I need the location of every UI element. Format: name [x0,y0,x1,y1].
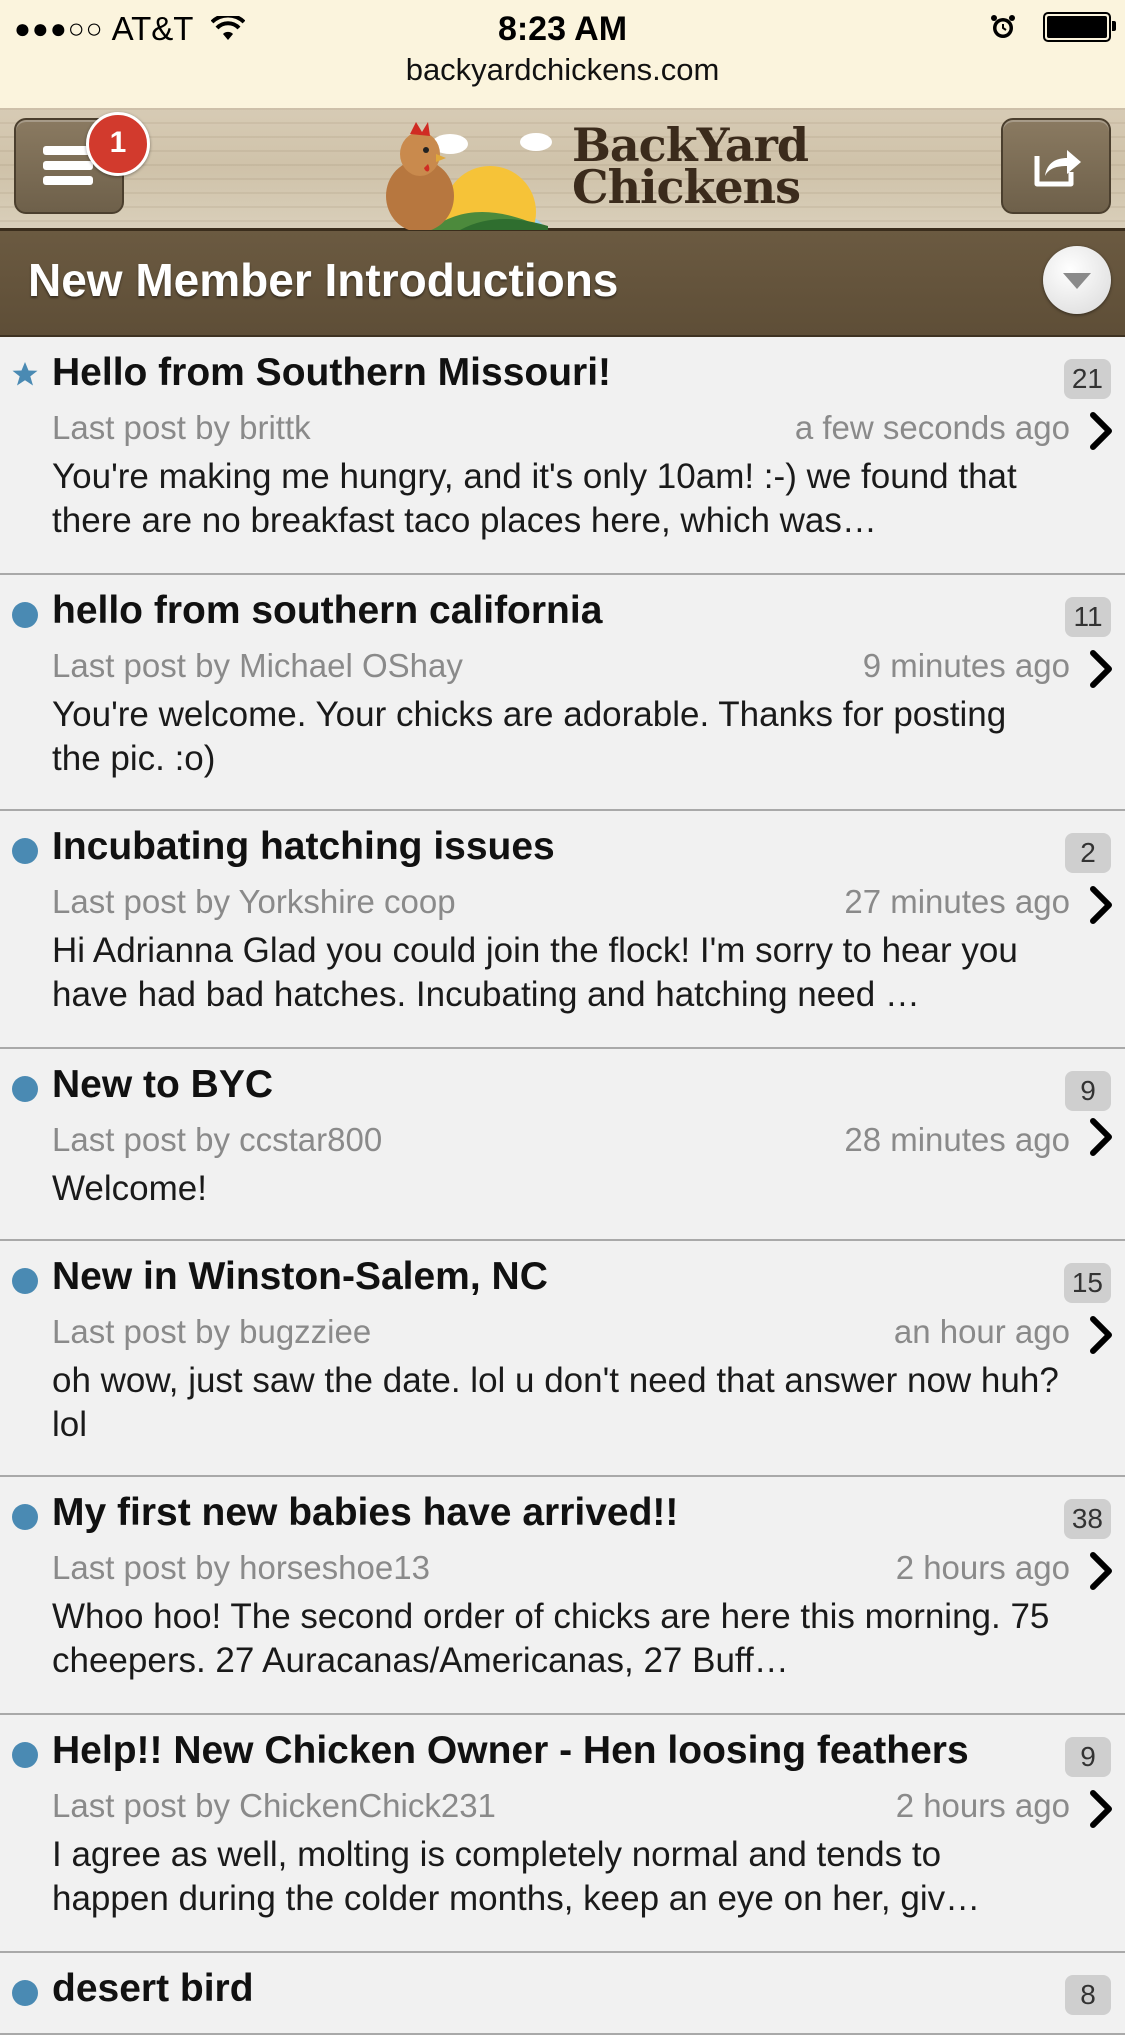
post-preview: You're making me hungry, and it's only 1… [52,457,1017,540]
unread-dot-icon [12,602,38,628]
post-preview: You're welcome. Your chicks are adorable… [52,695,1007,778]
last-post-by: Last post by ChickenChick231 [52,1787,496,1824]
last-post-time: a few seconds ago [794,409,1070,446]
last-post-by: Last post by Michael OShay [52,647,463,684]
chevron-right-icon[interactable] [1087,883,1115,927]
reply-count-badge: 2 [1065,833,1111,873]
thread-title: My first new babies have arrived!! [52,1491,679,1534]
chevron-right-icon[interactable] [1087,647,1115,691]
share-button[interactable] [1001,118,1111,214]
battery-icon [1043,12,1116,42]
post-preview: Welcome! [52,1169,207,1208]
alarm-icon [991,15,1015,38]
forum-dropdown-button[interactable] [1043,246,1111,314]
thread-row[interactable]: desert bird 8 [0,1953,1125,2035]
favorite-star-icon [12,362,38,386]
reply-count-badge: 9 [1065,1737,1111,1777]
thread-row[interactable]: New in Winston-Salem, NC 15 Last post by b… [0,1241,1125,1477]
thread-row[interactable]: Help!! New Chicken Owner - Hen loosing f… [0,1715,1125,1953]
chevron-right-icon[interactable] [1087,1549,1115,1593]
forum-section-bar: New Member Introductions [0,231,1125,337]
forum-title: New Member Introductions [28,254,619,306]
last-post-time: 27 minutes ago [844,883,1070,920]
thread-row[interactable]: Hello from Southern Missouri! 21 Last post… [0,337,1125,575]
last-post-by: Last post by brittk [52,409,311,446]
unread-dot-icon [12,1076,38,1102]
unread-dot-icon [12,1268,38,1294]
share-icon [1034,150,1081,187]
last-post-time: 9 minutes ago [862,647,1070,684]
thread-title: desert bird [52,1967,254,2010]
reply-count-badge: 21 [1063,359,1111,399]
thread-title: Hello from Southern Missouri! [52,351,612,394]
post-preview: Whoo hoo! The second order of chicks are… [52,1597,1050,1680]
reply-count-badge: 8 [1065,1975,1111,2015]
post-preview: Hi Adrianna Glad you could join the floc… [52,931,1018,1014]
thread-title: New to BYC [52,1063,274,1106]
last-post-time: 2 hours ago [895,1787,1070,1824]
reply-count-badge: 9 [1065,1071,1111,1111]
status-time: 8:23 AM [497,10,628,48]
post-preview: I agree as well, molting is completely n… [52,1835,981,1918]
chevron-right-icon[interactable] [1087,1115,1115,1159]
thread-row[interactable]: My first new babies have arrived!! 38 Last… [0,1477,1125,1715]
logo-line-2: Chickens [572,160,801,214]
status-bar: ●●●○○ AT&T 8:23 AM [0,0,1125,56]
address-bar-url[interactable]: backyardchickens.com [0,52,1125,88]
thread-list: Hello from Southern Missouri! 21 Last post… [0,337,1125,2035]
unread-dot-icon [12,1980,38,2006]
thread-title: hello from southern california [52,589,603,632]
site-logo-text: BackYard Chickens [572,122,809,214]
unread-dot-icon [12,1504,38,1530]
last-post-time: 2 hours ago [895,1549,1070,1586]
thread-row[interactable]: New to BYC 9 Last post by ccstar800 28 minu… [0,1049,1125,1241]
thread-title: New in Winston-Salem, NC [52,1255,548,1298]
browser-top-bar: ●●●○○ AT&T 8:23 AM backyardchickens.com [0,0,1125,109]
post-preview: oh wow, just saw the date. lol u don't n… [52,1361,1059,1444]
reply-count-badge: 38 [1063,1499,1111,1539]
chevron-right-icon[interactable] [1087,1787,1115,1831]
last-post-by: Last post by ccstar800 [52,1121,383,1158]
last-post-time: an hour ago [893,1313,1070,1350]
hamburger-icon [43,146,93,186]
last-post-by: Last post by bugzziee [52,1313,372,1350]
last-post-time: 28 minutes ago [844,1121,1070,1158]
last-post-by: Last post by Yorkshire coop [52,883,456,920]
thread-row[interactable]: hello from southern california 11 Last pos… [0,575,1125,811]
unread-dot-icon [12,1742,38,1768]
chevron-right-icon[interactable] [1087,1313,1115,1357]
last-post-by: Last post by horseshoe13 [52,1549,430,1586]
thread-title: Incubating hatching issues [52,825,555,868]
thread-row[interactable]: Incubating hatching issues 2 Last post by … [0,811,1125,1049]
unread-dot-icon [12,838,38,864]
chevron-right-icon[interactable] [1087,409,1115,453]
notification-badge: 1 [86,112,150,176]
thread-title: Help!! New Chicken Owner - Hen loosing f… [52,1729,969,1772]
reply-count-badge: 15 [1063,1263,1111,1303]
reply-count-badge: 11 [1065,597,1111,637]
